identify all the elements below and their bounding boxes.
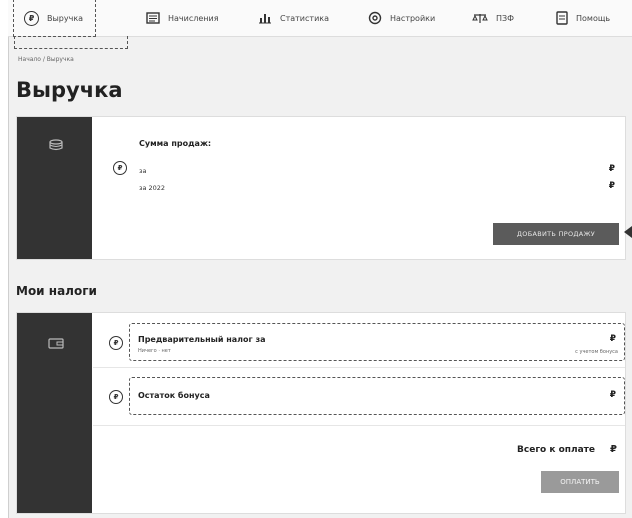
bar-chart-icon bbox=[259, 14, 271, 24]
nav-item-label: Начисления bbox=[168, 13, 219, 23]
nav-item-accruals[interactable]: Начисления bbox=[146, 6, 219, 30]
divider bbox=[93, 367, 625, 368]
coins-stack-icon bbox=[49, 139, 63, 151]
nav-active-dropdown bbox=[14, 36, 128, 49]
total-due-value: ₽ bbox=[610, 444, 617, 455]
bonus-balance-value: ₽ bbox=[609, 390, 616, 400]
document-list-icon bbox=[146, 12, 160, 24]
preliminary-tax-value: ₽ bbox=[609, 334, 616, 344]
add-sale-button[interactable]: ДОБАВИТЬ ПРОДАЖУ bbox=[493, 223, 619, 245]
sales-sum-title: Сумма продаж: bbox=[139, 139, 212, 148]
nav-item-settings[interactable]: Настройки bbox=[368, 6, 435, 30]
nav-item-label: Помощь bbox=[576, 13, 611, 23]
ruble-circle-icon: ₽ bbox=[24, 10, 39, 26]
bonus-balance-row[interactable]: Остаток бонуса ₽ bbox=[129, 377, 625, 415]
divider bbox=[93, 425, 625, 426]
taxes-card-side-panel bbox=[17, 313, 92, 513]
pointer-arrow bbox=[624, 226, 632, 238]
preliminary-tax-row[interactable]: Предварительный налог за Ничего · нет ₽ … bbox=[129, 323, 625, 361]
nav-item-revenue[interactable]: ₽ Выручка bbox=[12, 0, 97, 37]
wallet-icon bbox=[48, 338, 64, 349]
nav-item-label: Статистика bbox=[280, 13, 329, 23]
nav-item-label: ПЗФ bbox=[496, 13, 515, 23]
bonus-balance-label: Остаток бонуса bbox=[138, 391, 210, 400]
taxes-section-title: Мои налоги bbox=[16, 284, 97, 298]
scales-icon bbox=[472, 14, 488, 23]
help-doc-icon bbox=[556, 11, 568, 25]
page-title: Выручка bbox=[16, 78, 123, 102]
taxes-card: ₽ Предварительный налог за Ничего · нет … bbox=[16, 312, 626, 514]
total-due-label: Всего к оплате bbox=[517, 445, 595, 455]
nav-item-label: Выручка bbox=[47, 13, 84, 23]
ruble-circle-icon: ₽ bbox=[109, 390, 123, 404]
revenue-card-side-panel bbox=[17, 117, 92, 259]
sales-period-label: за bbox=[139, 167, 147, 175]
revenue-card: Сумма продаж: ₽ за ₽ за 2022 ₽ ДОБАВИТЬ … bbox=[16, 116, 626, 260]
preliminary-tax-bonus-note: с учетом бонуса bbox=[575, 349, 618, 355]
sales-year-label: за 2022 bbox=[139, 184, 166, 192]
preliminary-tax-label: Предварительный налог за bbox=[138, 335, 266, 344]
gear-icon bbox=[368, 11, 382, 25]
nav-item-help[interactable]: Помощь bbox=[556, 6, 610, 30]
ruble-circle-icon: ₽ bbox=[109, 336, 123, 350]
nav-item-statistics[interactable]: Статистика bbox=[258, 6, 329, 30]
nav-item-label: Настройки bbox=[390, 13, 436, 23]
sales-period-value: ₽ bbox=[608, 164, 615, 174]
nav-item-pzf[interactable]: ПЗФ bbox=[472, 6, 514, 30]
preliminary-tax-sublabel: Ничего · нет bbox=[138, 348, 171, 354]
pay-button[interactable]: ОПЛАТИТЬ bbox=[541, 471, 619, 493]
breadcrumb[interactable]: Начало / Выручка bbox=[18, 56, 74, 63]
ruble-circle-icon: ₽ bbox=[113, 161, 127, 175]
sales-year-value: ₽ bbox=[608, 181, 615, 191]
